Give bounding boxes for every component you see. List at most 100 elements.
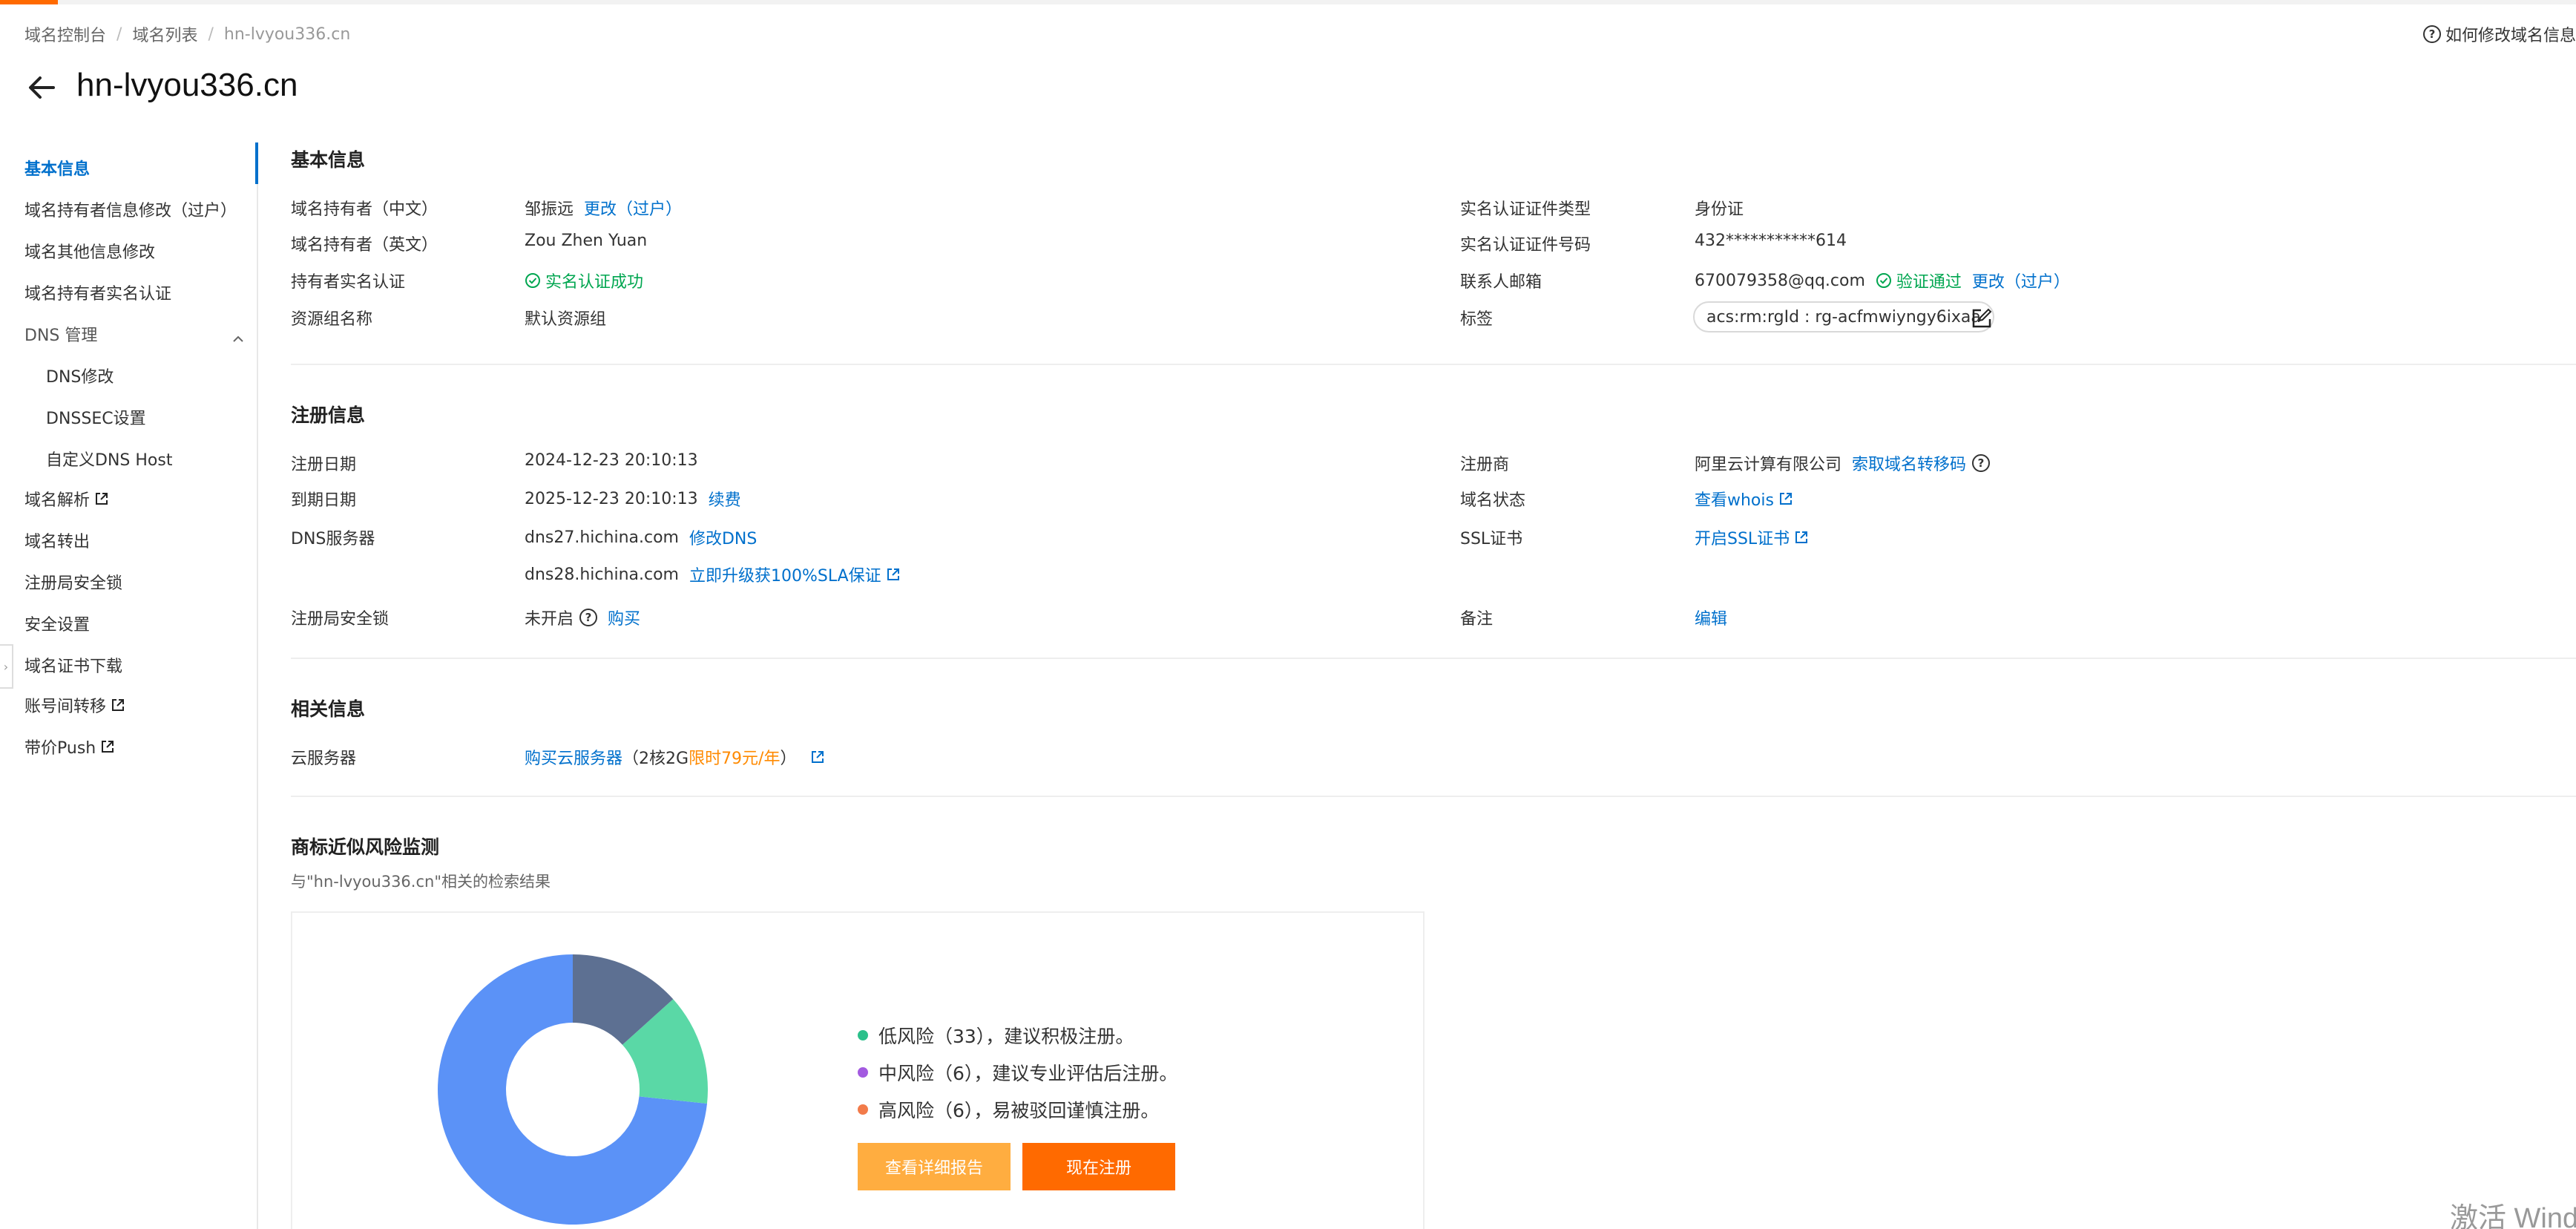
holder-en-label: 域名持有者（英文） xyxy=(291,236,438,255)
divider xyxy=(291,364,2576,365)
section-title-trademark: 商标近似风险监测 xyxy=(291,836,440,858)
register-now-button[interactable]: 现在注册 xyxy=(1022,1143,1175,1190)
transfer-code-link[interactable]: 索取域名转移码 xyxy=(1852,451,1966,475)
resource-group-label: 资源组名称 xyxy=(291,310,373,329)
sidebar-item-cert-download[interactable]: 域名证书下载 xyxy=(24,653,122,677)
external-link-icon xyxy=(112,699,125,711)
dns1-value: dns27.hichina.com 修改DNS xyxy=(525,525,757,549)
section-title-registration: 注册信息 xyxy=(291,404,366,426)
question-icon[interactable]: ? xyxy=(1972,454,1991,472)
dns2-value: dns28.hichina.com 立即升级获100%SLA保证 xyxy=(525,563,901,586)
exp-date-value: 2025-12-23 20:10:13 续费 xyxy=(525,487,741,511)
external-link-icon xyxy=(102,741,114,753)
breadcrumb-console[interactable]: 域名控制台 xyxy=(24,22,106,46)
legend-dot xyxy=(858,1104,868,1115)
registrar-value: 阿里云计算有限公司 索取域名转移码 ? xyxy=(1695,451,1994,475)
sidebar-item-holder-modify[interactable]: 域名持有者信息修改（过户） xyxy=(24,197,237,221)
dns-label: DNS服务器 xyxy=(291,530,375,548)
view-report-button[interactable]: 查看详细报告 xyxy=(858,1143,1011,1190)
sidebar-item-basic-info[interactable]: 基本信息 xyxy=(24,156,90,180)
sidebar-active-indicator xyxy=(255,142,258,184)
tag-chip: acs:rm:rgId : rg-acfmwiyngy6ixaa xyxy=(1693,301,1994,332)
lock-label: 注册局安全锁 xyxy=(291,610,390,629)
check-circle-icon xyxy=(1876,273,1891,288)
modify-dns-link[interactable]: 修改DNS xyxy=(689,525,757,549)
resource-group-value: 默认资源组 xyxy=(525,310,607,329)
sidebar: 基本信息 域名持有者信息修改（过户） 域名其他信息修改 域名持有者实名认证 DN… xyxy=(0,142,258,1229)
external-link-icon[interactable] xyxy=(810,750,825,764)
status-value: 查看whois xyxy=(1695,487,1793,511)
lock-value: 未开启 ? 购买 xyxy=(525,606,640,629)
breadcrumb-domain-list[interactable]: 域名列表 xyxy=(132,22,197,46)
cert-type-value: 身份证 xyxy=(1695,200,1744,219)
remark-value: 编辑 xyxy=(1695,606,1727,629)
remark-label: 备注 xyxy=(1460,610,1494,629)
section-title-basic: 基本信息 xyxy=(291,149,366,171)
page-title: hn-lvyou336.cn xyxy=(76,67,298,103)
whois-link[interactable]: 查看whois xyxy=(1695,487,1774,511)
external-link-icon xyxy=(1795,531,1808,543)
sidebar-item-other-info[interactable]: 域名其他信息修改 xyxy=(24,239,155,263)
tag-label: 标签 xyxy=(1460,310,1494,329)
legend-item-low: 低风险（33），建议积极注册。 xyxy=(858,1017,1177,1054)
external-link-icon xyxy=(1779,493,1792,505)
external-link-icon xyxy=(887,568,899,580)
risk-donut-chart xyxy=(438,954,708,1225)
sidebar-collapse-toggle[interactable]: › xyxy=(0,644,13,689)
cert-no-value: 432***********614 xyxy=(1695,232,1847,250)
sidebar-item-price-push[interactable]: 带价Push xyxy=(24,735,115,758)
section-title-related: 相关信息 xyxy=(291,698,366,720)
upgrade-sla-link[interactable]: 立即升级获100%SLA保证 xyxy=(689,563,881,586)
cloud-server-label: 云服务器 xyxy=(291,750,357,768)
lock-buy-link[interactable]: 购买 xyxy=(608,606,640,629)
reg-date-value: 2024-12-23 20:10:13 xyxy=(525,451,698,470)
realname-status: 实名认证成功 xyxy=(525,269,643,292)
registrar-label: 注册商 xyxy=(1460,456,1510,474)
windows-activation-watermark: 激活 Wind xyxy=(2450,1203,2576,1229)
sidebar-item-dnssec[interactable]: DNSSEC设置 xyxy=(46,405,146,429)
renew-link[interactable]: 续费 xyxy=(709,487,741,511)
status-label: 域名状态 xyxy=(1460,491,1526,510)
email-change-link[interactable]: 更改（过户） xyxy=(1972,269,2070,292)
sidebar-item-dns-modify[interactable]: DNS修改 xyxy=(46,364,114,387)
sidebar-item-transfer-out[interactable]: 域名转出 xyxy=(24,528,90,552)
holder-en-value: Zou Zhen Yuan xyxy=(525,232,648,250)
holder-cn-value: 邹振远 更改（过户） xyxy=(525,196,682,220)
holder-cn-label: 域名持有者（中文） xyxy=(291,200,438,219)
trademark-chart-card: 低风险（33），建议积极注册。 中风险（6），建议专业评估后注册。 高风险（6）… xyxy=(291,911,1425,1229)
sidebar-item-registry-lock[interactable]: 注册局安全锁 xyxy=(24,570,122,594)
remark-edit-link[interactable]: 编辑 xyxy=(1695,606,1727,629)
reg-date-label: 注册日期 xyxy=(291,456,357,474)
legend-item-high: 高风险（6），易被驳回谨慎注册。 xyxy=(858,1091,1177,1128)
email-value: 670079358@qq.com 验证通过 更改（过户） xyxy=(1695,269,2070,292)
question-icon[interactable]: ? xyxy=(579,609,598,626)
edit-icon[interactable] xyxy=(1971,307,1993,330)
realname-label: 持有者实名认证 xyxy=(291,273,406,292)
sidebar-item-account-transfer[interactable]: 账号间转移 xyxy=(24,693,125,717)
legend-dot xyxy=(858,1067,868,1078)
ssl-enable-link[interactable]: 开启SSL证书 xyxy=(1695,525,1790,549)
back-arrow-icon[interactable] xyxy=(24,70,59,105)
sidebar-item-security[interactable]: 安全设置 xyxy=(24,612,90,635)
sidebar-item-custom-dns-host[interactable]: 自定义DNS Host xyxy=(46,447,172,471)
holder-change-link[interactable]: 更改（过户） xyxy=(584,196,682,220)
breadcrumb-current: hn-lvyou336.cn xyxy=(223,24,351,44)
cloud-server-value: 购买云服务器 （2核2G 限时79元/年） xyxy=(525,745,825,769)
cert-no-label: 实名认证证件号码 xyxy=(1460,236,1591,255)
cert-type-label: 实名认证证件类型 xyxy=(1460,200,1591,219)
sidebar-item-dns-resolve[interactable]: 域名解析 xyxy=(24,487,109,511)
legend-item-medium: 中风险（6），建议专业评估后注册。 xyxy=(858,1054,1177,1091)
buy-cloud-server-link[interactable]: 购买云服务器 xyxy=(525,745,622,769)
legend-dot xyxy=(858,1030,868,1040)
top-accent-bar xyxy=(0,0,2576,4)
check-circle-icon xyxy=(525,273,540,288)
sidebar-item-dns-manage[interactable]: DNS 管理 xyxy=(24,322,97,346)
help-link[interactable]: ? 如何修改域名信息 xyxy=(2422,22,2576,46)
email-label: 联系人邮箱 xyxy=(1460,273,1542,292)
sidebar-item-realname[interactable]: 域名持有者实名认证 xyxy=(24,281,171,304)
divider xyxy=(291,796,2576,797)
chevron-up-icon[interactable] xyxy=(230,331,246,347)
ssl-label: SSL证书 xyxy=(1460,530,1523,548)
question-icon: ? xyxy=(2422,25,2441,43)
exp-date-label: 到期日期 xyxy=(291,491,357,510)
